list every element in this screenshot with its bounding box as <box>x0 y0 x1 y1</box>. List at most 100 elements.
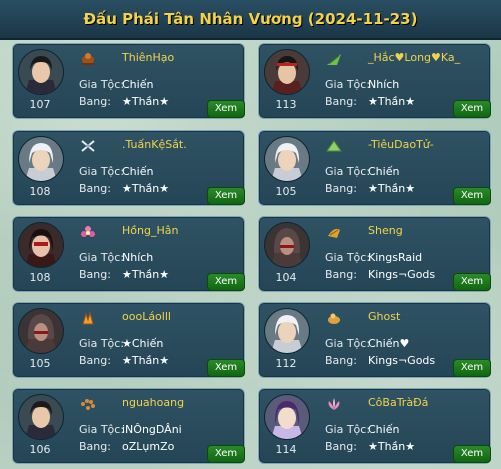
gang-value: ★Thần★ <box>368 182 416 195</box>
flower-icon <box>79 224 97 240</box>
character-portrait[interactable] <box>18 49 64 95</box>
clan-label: Gia Tộc: <box>79 78 125 91</box>
clan-label: Gia Tộc: <box>325 251 371 264</box>
player-card: 107 ThiênHạo Gia Tộc: Chiến Bang: ★Thần★ Xem <box>12 43 245 119</box>
gang-value: ★Thần★ <box>122 182 170 195</box>
player-card: 108 Hồng_Hân Gia Tộc: Nhích Bang: ★Thần★ Xem <box>12 216 245 292</box>
green-fan-icon <box>325 138 343 154</box>
title-bar: Đấu Phái Tân Nhân Vương (2024-11-23) <box>0 0 501 40</box>
gold-scroll-icon <box>325 224 343 240</box>
clan-value: Chiến <box>122 165 154 178</box>
view-button[interactable]: Xem <box>453 359 491 377</box>
character-portrait[interactable] <box>18 136 64 182</box>
player-level: 114 <box>275 443 297 456</box>
character-portrait[interactable] <box>264 308 310 354</box>
player-name: -TiêuDaoTử- <box>368 138 434 151</box>
player-name: oooLáolll <box>122 310 171 323</box>
player-name: nguahoang <box>122 396 185 409</box>
player-level: 107 <box>29 98 51 111</box>
clan-label: Gia Tộc: <box>79 337 125 350</box>
player-card: 108 .TuấnKệSắt. Gia Tộc: Chiến Bang: ★Thần★ Xe… <box>12 130 245 206</box>
gang-value: Kings¬Gods <box>368 268 436 281</box>
view-button[interactable]: Xem <box>207 187 245 205</box>
player-name: Ghost <box>368 310 401 323</box>
character-portrait[interactable] <box>264 49 310 95</box>
gang-label: Bang: <box>79 268 111 281</box>
player-name: Sheng <box>368 224 403 237</box>
gang-value: Kings¬Gods <box>368 354 436 367</box>
bamboo-leaf-icon <box>325 51 343 67</box>
player-card: 105 oooLáolll Gia Tộc: ★Chiến Bang: ★Thần★ Xem <box>12 302 245 378</box>
prayer-beads-icon <box>79 396 97 412</box>
page-title: Đấu Phái Tân Nhân Vương (2024-11-23) <box>83 10 418 28</box>
gang-label: Bang: <box>325 95 357 108</box>
player-level: 108 <box>29 271 51 284</box>
clan-value: iNÔngDÂni <box>122 423 182 436</box>
view-button[interactable]: Xem <box>207 445 245 463</box>
player-card: 114 CôBaTràĐá Gia Tộc: Chiến Bang: ★Thần★ Xem <box>258 388 491 464</box>
view-button[interactable]: Xem <box>453 187 491 205</box>
player-level: 106 <box>29 443 51 456</box>
clan-value: Chiến <box>122 78 154 91</box>
character-portrait[interactable] <box>18 222 64 268</box>
clan-label: Gia Tộc: <box>325 165 371 178</box>
view-button[interactable]: Xem <box>453 273 491 291</box>
gang-label: Bang: <box>325 440 357 453</box>
player-name: .TuấnKệSắt. <box>122 138 187 151</box>
clan-value: Chiến <box>368 165 400 178</box>
clan-value: Nhích <box>368 78 400 91</box>
gang-label: Bang: <box>79 440 111 453</box>
character-portrait[interactable] <box>264 136 310 182</box>
clan-value: KingsRaid <box>368 251 423 264</box>
gang-label: Bang: <box>325 354 357 367</box>
gang-value: ★Thần★ <box>368 95 416 108</box>
view-button[interactable]: Xem <box>207 359 245 377</box>
clan-value: Chiến♥ <box>368 337 410 350</box>
character-portrait[interactable] <box>18 394 64 440</box>
player-level: 105 <box>275 185 297 198</box>
player-name: Hồng_Hân <box>122 224 179 237</box>
player-name: ThiênHạo <box>122 51 175 64</box>
player-level: 104 <box>275 271 297 284</box>
gang-value: ★Thần★ <box>368 440 416 453</box>
player-name: _Hắc♥Long♥Ka_ <box>368 51 461 64</box>
view-button[interactable]: Xem <box>453 445 491 463</box>
view-button[interactable]: Xem <box>207 100 245 118</box>
clan-label: Gia Tộc: <box>325 337 371 350</box>
clan-label: Gia Tộc: <box>325 78 371 91</box>
clan-label: Gia Tộc: <box>79 423 125 436</box>
player-level: 105 <box>29 357 51 370</box>
gang-value: ★Thần★ <box>122 354 170 367</box>
gang-value: ★Thần★ <box>122 95 170 108</box>
gang-label: Bang: <box>79 182 111 195</box>
player-card: 106 nguahoang Gia Tộc: iNÔngDÂni Bang: oZLụmZ… <box>12 388 245 464</box>
player-card: 112 Ghost Gia Tộc: Chiến♥ Bang: Kings¬Gods Xem <box>258 302 491 378</box>
gang-label: Bang: <box>325 268 357 281</box>
player-level: 112 <box>275 357 297 370</box>
player-name: CôBaTràĐá <box>368 396 429 409</box>
player-level: 108 <box>29 185 51 198</box>
clan-label: Gia Tộc: <box>325 423 371 436</box>
view-button[interactable]: Xem <box>207 273 245 291</box>
crossed-blades-icon <box>79 138 97 154</box>
beetle-icon <box>79 51 97 67</box>
gang-value: oZLụmZo <box>122 440 175 453</box>
clan-value: ★Chiến <box>122 337 164 350</box>
player-level: 113 <box>275 98 297 111</box>
clan-value: Nhích <box>122 251 154 264</box>
gourd-icon <box>325 310 343 326</box>
character-portrait[interactable] <box>264 394 310 440</box>
character-portrait[interactable] <box>18 308 64 354</box>
view-button[interactable]: Xem <box>453 100 491 118</box>
character-portrait[interactable] <box>264 222 310 268</box>
clan-value: Chiến <box>368 423 400 436</box>
gang-value: ★Thần★ <box>122 268 170 281</box>
gang-label: Bang: <box>325 182 357 195</box>
player-card: 113 _Hắc♥Long♥Ka_ Gia Tộc: Nhích Bang: ★Thần★… <box>258 43 491 119</box>
clan-label: Gia Tộc: <box>79 165 125 178</box>
flame-claw-icon <box>79 310 97 326</box>
lotus-icon <box>325 396 343 412</box>
player-card: 104 Sheng Gia Tộc: KingsRaid Bang: Kings¬Gods… <box>258 216 491 292</box>
clan-label: Gia Tộc: <box>79 251 125 264</box>
gang-label: Bang: <box>79 95 111 108</box>
